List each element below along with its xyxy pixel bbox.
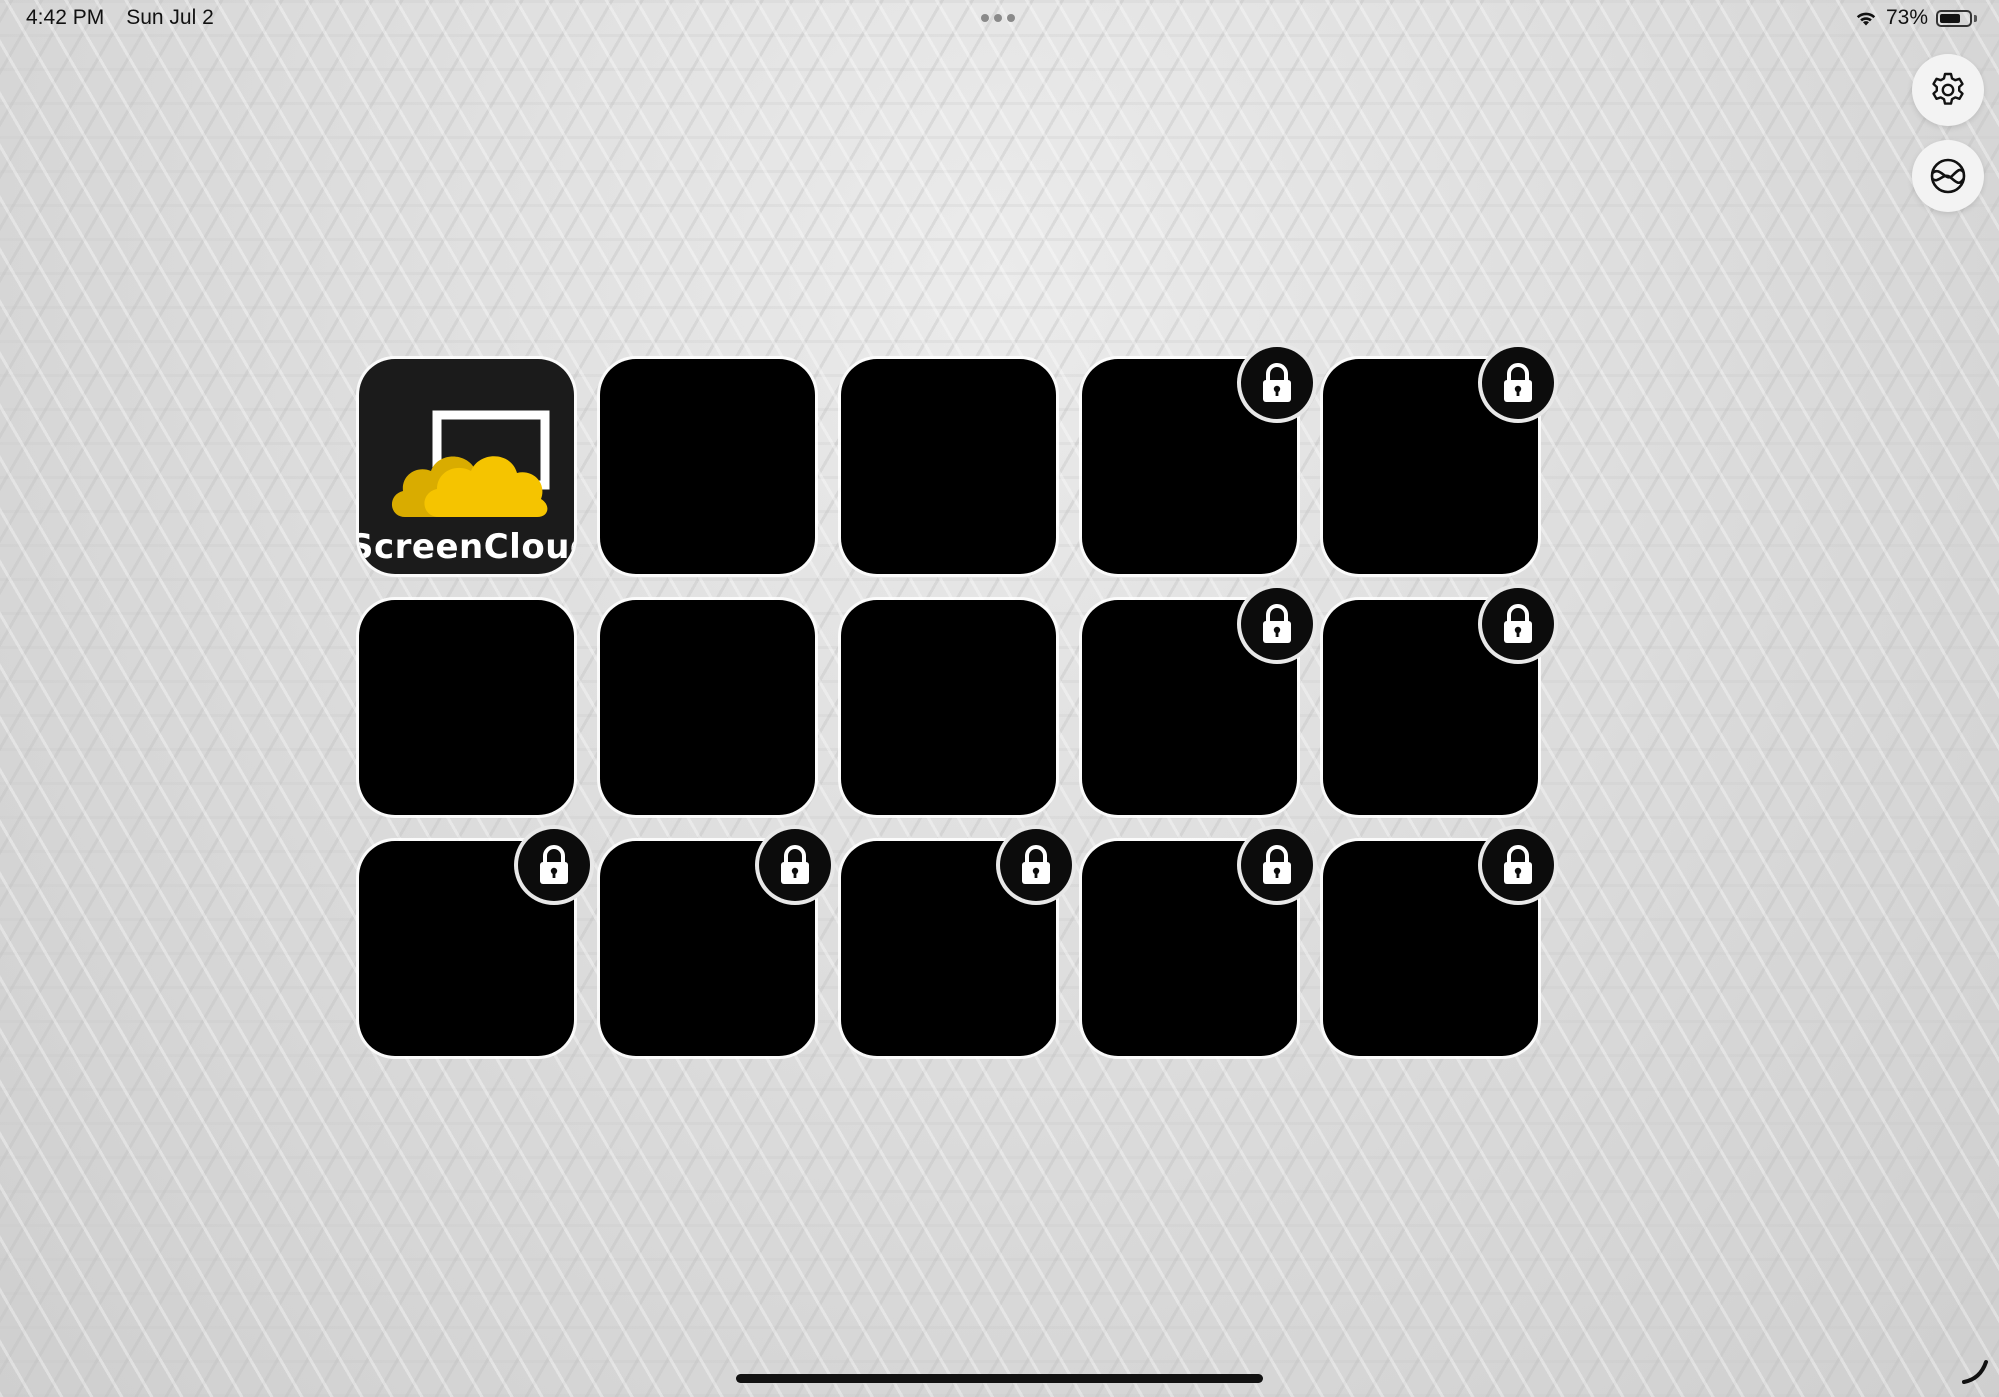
screencloud-app-tile[interactable]: ScreenCloud [359,359,574,574]
lock-icon [1241,347,1313,419]
wifi-icon [1856,12,1876,26]
app-tile[interactable] [841,600,1056,815]
status-bar-right: 73% [1854,6,1977,30]
lock-icon [1241,829,1313,901]
tile-face [600,600,815,815]
screencloud-logo [391,410,550,517]
status-date: Sun Jul 2 [126,6,214,29]
settings-button[interactable] [1912,54,1984,126]
corner-swoosh-icon [1962,1360,1988,1384]
sphere-button[interactable] [1912,140,1984,212]
lock-icon [1000,829,1072,901]
tile-face [841,359,1056,574]
app-tile[interactable] [600,829,831,1056]
lock-icon [518,829,590,901]
status-time: 4:42 PM [26,6,105,29]
app-tile[interactable] [1323,829,1554,1056]
battery-percent: 73% [1885,6,1928,29]
app-tile[interactable] [600,359,815,574]
lock-icon [1482,829,1554,901]
tile-face [841,600,1056,815]
app-tile[interactable] [359,600,574,815]
gear-icon [1932,72,1964,105]
app-tile[interactable] [1323,347,1554,574]
sphere-icon [1930,158,1966,194]
lock-icon [1241,588,1313,660]
tile-face [600,359,815,574]
battery-cap [1974,14,1977,22]
app-tile[interactable] [1323,588,1554,815]
lock-icon [1482,588,1554,660]
status-bar-left: 4:42 PM Sun Jul 2 [26,6,214,30]
multitasking-dots-icon[interactable] [981,14,1015,22]
app-tile[interactable] [1082,347,1313,574]
lock-icon [1482,347,1554,419]
app-tile[interactable] [1082,588,1313,815]
app-tile[interactable] [841,359,1056,574]
tile-face [359,600,574,815]
battery-fill [1940,13,1961,23]
battery-icon [1936,9,1972,27]
app-grid: ScreenCloud [359,347,1554,1056]
app-name-label: ScreenCloud [359,527,574,567]
app-tile[interactable] [600,600,815,815]
app-tile[interactable] [1082,829,1313,1056]
tile-face: ScreenCloud [359,359,574,574]
home-indicator[interactable] [736,1374,1263,1383]
app-tile[interactable] [359,829,590,1056]
app-tile[interactable] [841,829,1072,1056]
lock-icon [759,829,831,901]
